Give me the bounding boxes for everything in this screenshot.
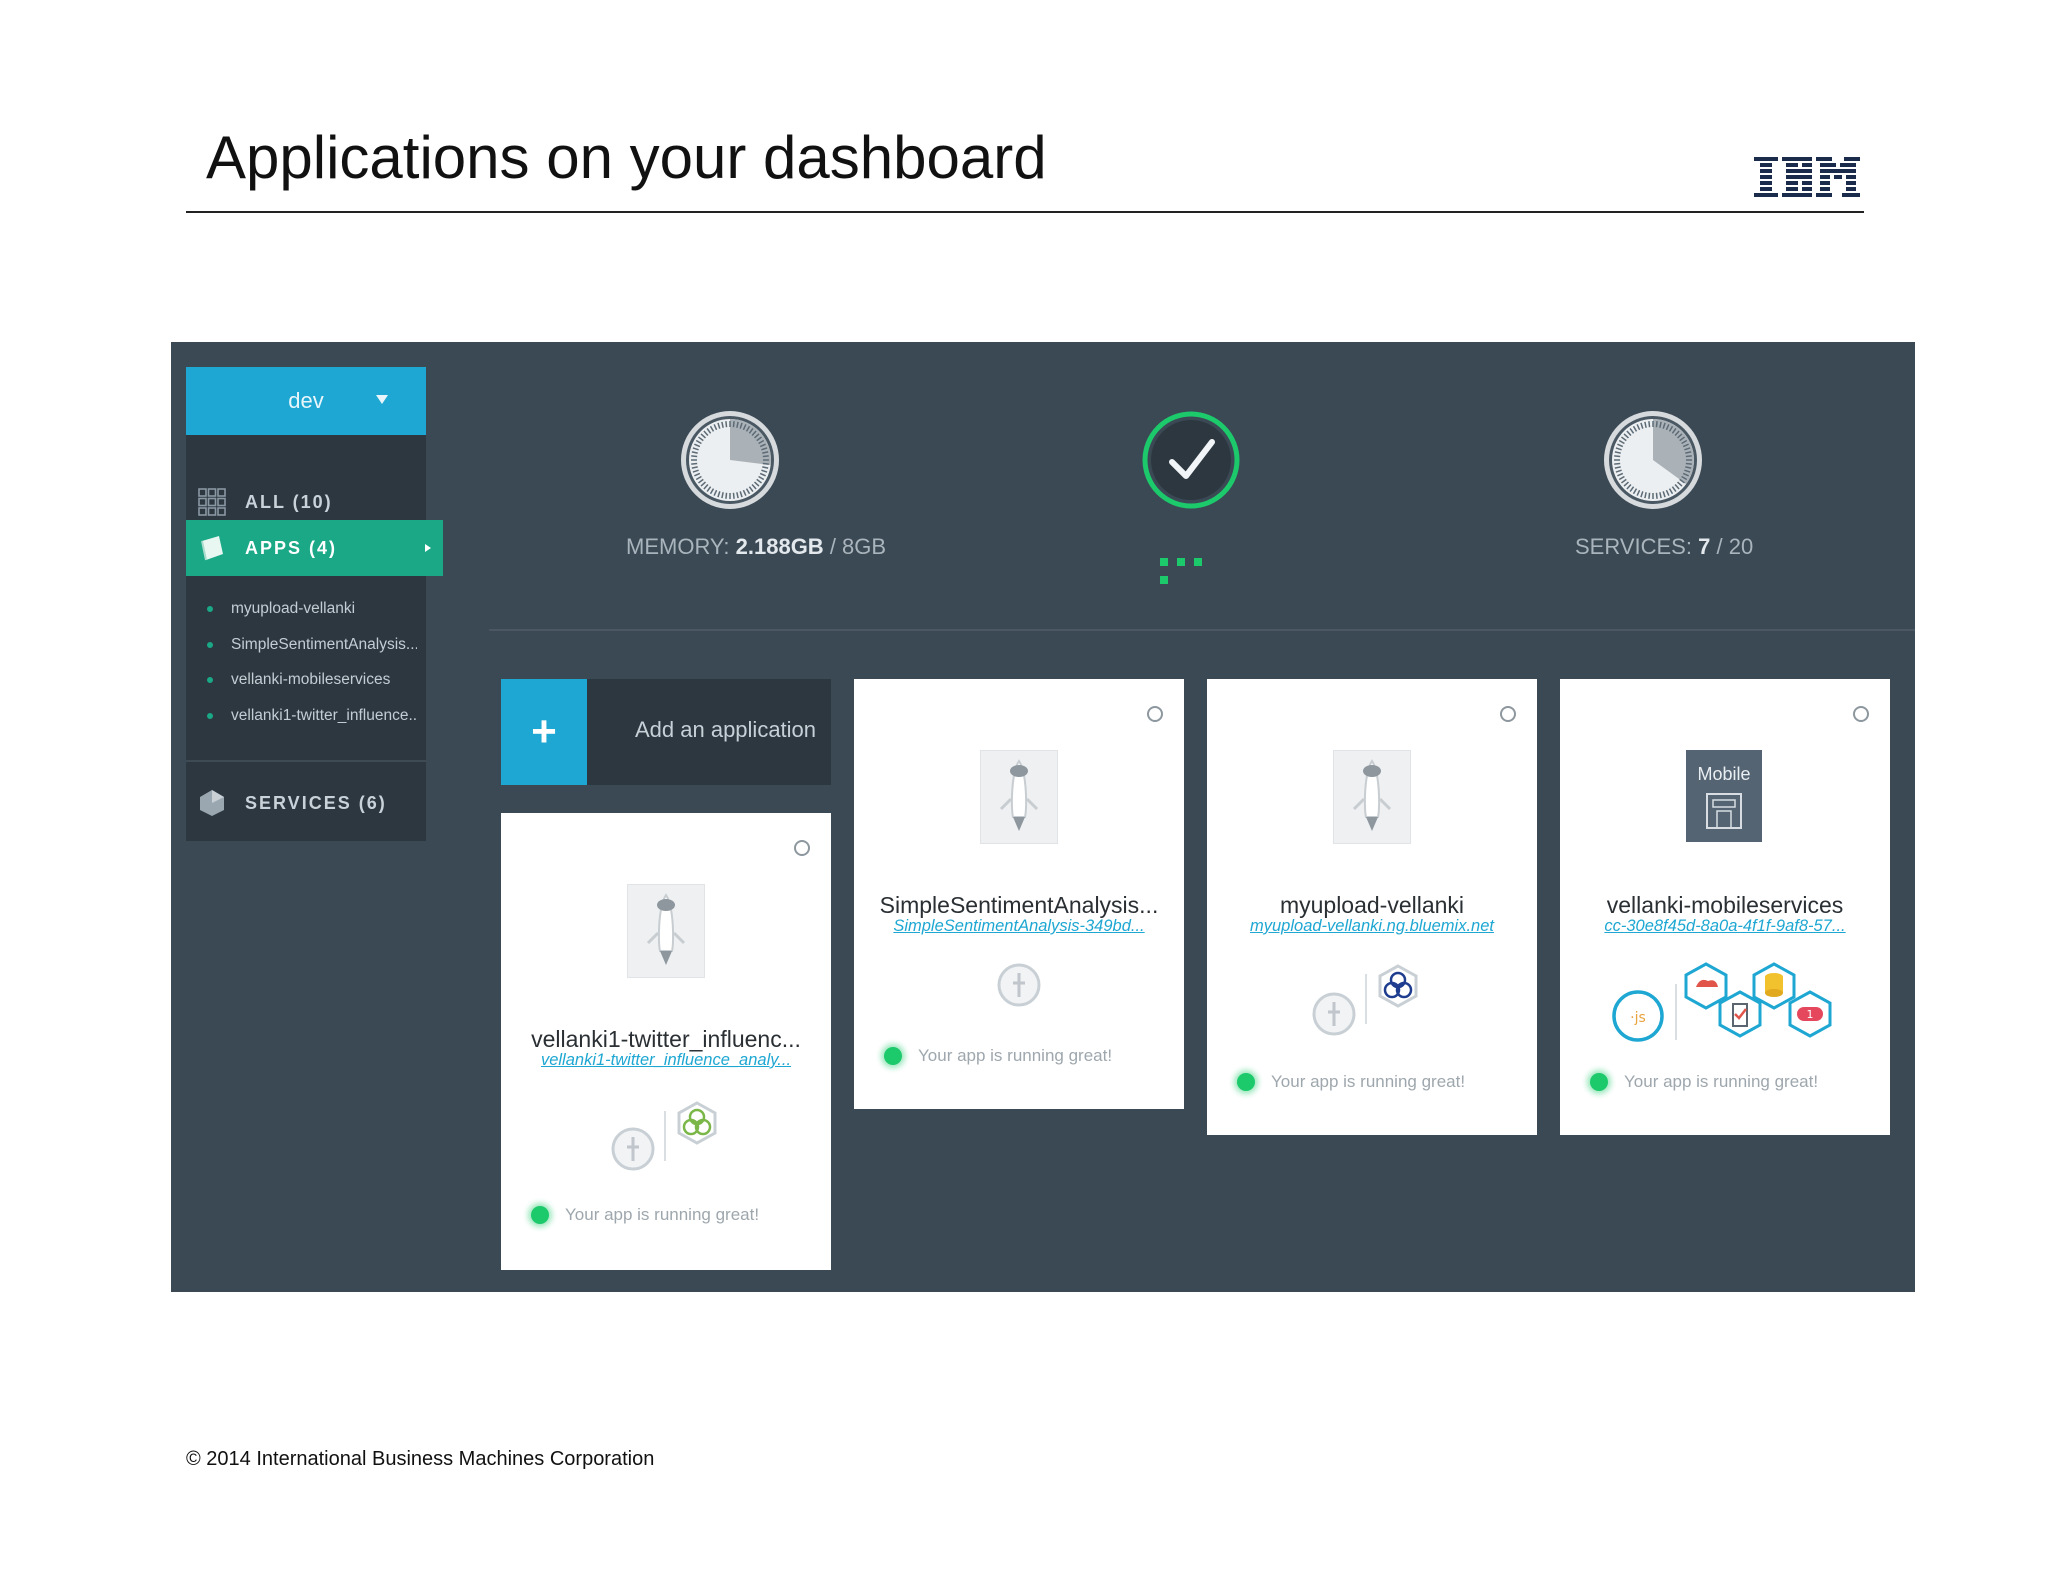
sidebar-item-label: SERVICES (6) — [245, 792, 387, 813]
services-icon — [200, 790, 224, 816]
plus-icon: + — [501, 679, 587, 785]
chevron-right-icon — [425, 544, 431, 552]
rocket-icon — [627, 884, 705, 978]
app-route-link[interactable]: cc-30e8f45d-8a0a-4f1f-9af8-57... — [1560, 917, 1890, 936]
runtime-icon — [997, 963, 1041, 1007]
memory-label: MEMORY: 2.188GB / 8GB — [626, 534, 887, 559]
sidebar-item-services[interactable]: SERVICES (6) — [186, 775, 426, 831]
app-status: Your app is running great! — [884, 1046, 1112, 1066]
app-route-link[interactable]: vellanki1-twitter_influence_analy... — [501, 1051, 831, 1070]
gear-icon[interactable] — [1497, 703, 1519, 725]
bullet-icon — [207, 641, 213, 648]
ibm-logo — [1754, 157, 1860, 197]
app-card[interactable]: myupload-vellanki myupload-vellanki.ng.b… — [1207, 679, 1537, 1135]
chevron-down-icon — [376, 395, 388, 404]
services-label: SERVICES: 7 / 20 — [1575, 534, 1754, 559]
health-status-dots — [1160, 553, 1220, 584]
org-selector[interactable]: dev — [186, 367, 426, 435]
app-card[interactable]: Mobile vellanki-mobileservices cc-30e8f4… — [1560, 679, 1890, 1135]
section-divider — [489, 629, 1915, 631]
sidebar-item-apps[interactable]: APPS (4) — [186, 520, 443, 576]
bound-services — [611, 1091, 731, 1186]
bullet-icon — [207, 677, 213, 683]
add-application-label: Add an application — [635, 717, 817, 742]
sidebar-app-link[interactable]: myupload-vellanki — [207, 594, 417, 630]
dashboard-screenshot: dev ALL (10) APPS (4) myupload-vellanki … — [171, 342, 1915, 1292]
add-application-tile[interactable]: + Add an application — [501, 679, 831, 785]
app-status: Your app is running great! — [1237, 1072, 1465, 1092]
rocket-icon — [980, 750, 1058, 844]
status-led-icon — [1237, 1073, 1255, 1091]
gear-icon[interactable] — [1144, 703, 1166, 725]
status-led-icon — [1590, 1073, 1608, 1091]
svg-text:1: 1 — [1807, 1008, 1814, 1021]
rocket-icon — [1333, 750, 1411, 844]
app-route-link[interactable]: myupload-vellanki.ng.bluemix.net — [1207, 917, 1537, 936]
app-name: SimpleSentimentAnalysis... — [879, 892, 1159, 918]
app-name: vellanki1-twitter_influenc... — [531, 1026, 801, 1052]
status-led-icon — [531, 1206, 549, 1224]
health-indicator — [1142, 411, 1240, 509]
sidebar-divider — [186, 760, 426, 762]
mobile-app-icon: Mobile — [1686, 750, 1762, 842]
sidebar-app-link[interactable]: vellanki1-twitter_influence... — [207, 701, 417, 737]
app-sublist: myupload-vellanki SimpleSentimentAnalysi… — [207, 594, 417, 736]
sidebar-item-label: ALL (10) — [245, 491, 333, 512]
services-gauge — [1604, 411, 1702, 509]
org-name: dev — [288, 388, 324, 413]
app-name: vellanki-mobileservices — [1606, 892, 1844, 918]
bullet-icon — [207, 712, 213, 719]
apps-icon — [201, 536, 223, 561]
grid-icon — [198, 488, 226, 516]
app-card[interactable]: vellanki1-twitter_influenc... vellanki1-… — [501, 813, 831, 1270]
svg-text:·js: ·js — [1630, 1010, 1646, 1026]
slide-title: Applications on your dashboard — [206, 124, 1047, 191]
bullet-icon — [207, 606, 213, 612]
gear-icon[interactable] — [791, 837, 813, 859]
bound-services: ·js 1 — [1610, 954, 1850, 1059]
sidebar-app-link[interactable]: vellanki-mobileservices — [207, 665, 417, 701]
memory-gauge — [681, 411, 779, 509]
sidebar-item-label: APPS (4) — [245, 537, 338, 558]
app-name: myupload-vellanki — [1279, 892, 1465, 918]
app-status: Your app is running great! — [531, 1205, 759, 1225]
building-icon — [1706, 793, 1742, 829]
sidebar-app-link[interactable]: SimpleSentimentAnalysis... — [207, 630, 417, 666]
gear-icon[interactable] — [1850, 703, 1872, 725]
title-divider — [186, 211, 1864, 213]
bound-services — [1312, 954, 1432, 1049]
status-led-icon — [884, 1047, 902, 1065]
app-status: Your app is running great! — [1590, 1072, 1818, 1092]
copyright-footer: © 2014 International Business Machines C… — [186, 1448, 655, 1470]
app-route-link[interactable]: SimpleSentimentAnalysis-349bd... — [854, 917, 1184, 936]
app-card[interactable]: SimpleSentimentAnalysis... SimpleSentime… — [854, 679, 1184, 1109]
